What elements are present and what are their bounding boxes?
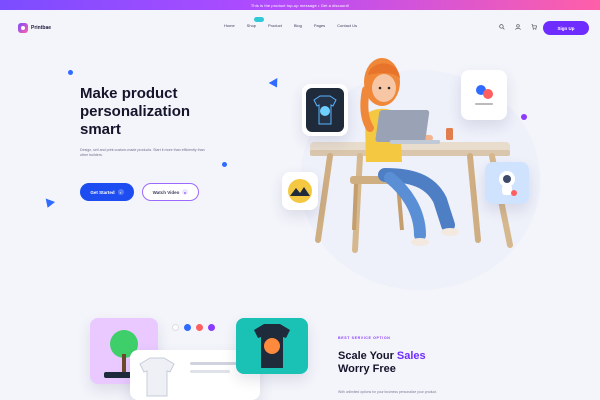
logo-print-icon	[475, 85, 493, 105]
hero-title: Make product personalization smart	[80, 85, 191, 138]
badge-print-icon	[288, 179, 312, 203]
watch-video-label: Watch Video	[152, 189, 180, 195]
section-title-pre: Scale Your	[338, 350, 397, 362]
decorative-dot	[68, 70, 73, 75]
nav-item-home[interactable]: Home	[224, 23, 235, 28]
arrow-right-icon: ›	[117, 189, 124, 195]
nav-item-product[interactable]: Product	[268, 23, 282, 28]
nav-item-pages[interactable]: Pages	[314, 23, 325, 28]
play-icon: ▸	[182, 189, 189, 195]
decorative-triangle	[42, 198, 56, 210]
nav-item-shop-label: Shop	[246, 23, 257, 28]
nav-actions	[498, 23, 538, 31]
nav-item-blog[interactable]: Blog	[294, 23, 302, 28]
swatch-red[interactable]	[196, 324, 203, 331]
astronaut-print-icon	[499, 171, 517, 196]
nav-badge	[253, 17, 264, 22]
color-swatches	[172, 324, 215, 331]
tshirt-design-icon	[254, 324, 290, 368]
navbar: Printbae Home Shop Product Blog Pages Co…	[0, 10, 600, 46]
product-card-logo	[461, 70, 507, 120]
nav-item-shop[interactable]: Shop	[246, 17, 264, 28]
decorative-dot	[222, 162, 227, 167]
tshirt-print-icon	[306, 88, 344, 132]
hero-description: Design, sell and print custom-made produ…	[80, 148, 205, 158]
cart-icon[interactable]	[530, 23, 538, 31]
section-title-highlight: Sales	[396, 350, 426, 362]
swatch-white[interactable]	[172, 324, 179, 331]
nav-item-contact[interactable]: Contact Us	[337, 23, 357, 28]
product-card-astronaut	[485, 162, 529, 204]
section-description: With unlimited options for your business…	[338, 390, 437, 394]
section-title: Scale Your Sales Worry Free	[338, 350, 488, 376]
product-card-tshirt	[302, 84, 348, 136]
swatch-blue[interactable]	[184, 324, 191, 331]
brand-logo[interactable]: Printbae	[18, 23, 51, 33]
search-icon[interactable]	[498, 23, 506, 31]
product-card-badge	[282, 172, 318, 210]
get-started-label: Get Started	[90, 189, 115, 195]
get-started-button[interactable]: Get Started ›	[80, 183, 134, 201]
promo-bar: This is the product top-up message • Get…	[0, 0, 600, 10]
signup-button[interactable]: Sign Up	[543, 21, 589, 35]
brand-name: Printbae	[31, 25, 52, 31]
watch-video-button[interactable]: Watch Video ▸	[142, 183, 199, 201]
nav-menu: Home Shop Product Blog Pages Contact Us	[224, 17, 357, 28]
section-label: BEST SERVICE OPTION	[338, 336, 391, 340]
promo-text: This is the product top-up message • Get…	[250, 2, 350, 8]
swatch-purple[interactable]	[208, 324, 215, 331]
user-icon[interactable]	[514, 23, 522, 31]
section-title-post: Worry Free	[338, 363, 396, 375]
brand-logo-icon	[18, 23, 28, 33]
product-card-tshirt-teal	[236, 318, 308, 374]
